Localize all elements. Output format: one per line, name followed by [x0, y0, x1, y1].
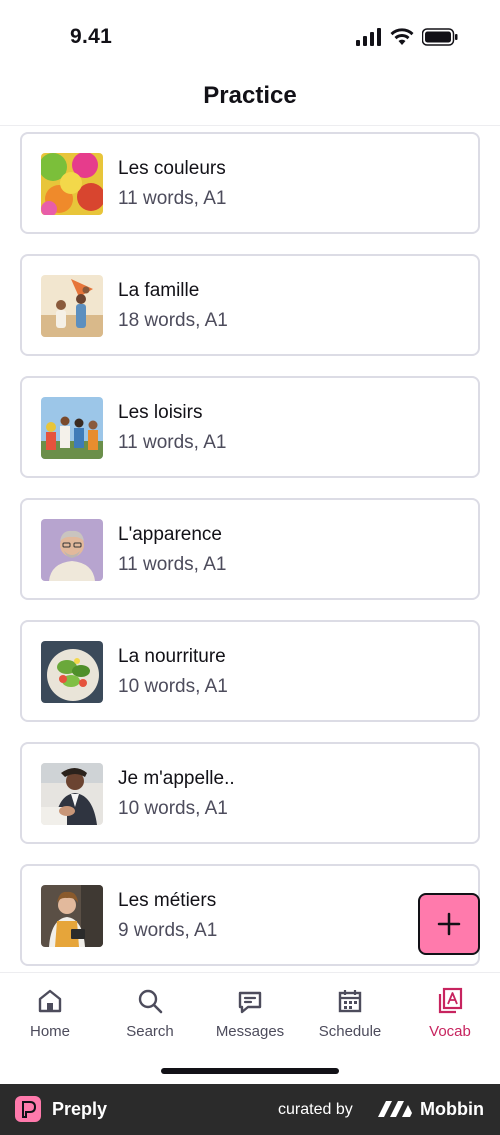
man-portrait-photo — [41, 519, 103, 581]
deck-subtitle: 18 words, A1 — [118, 310, 228, 331]
cellular-signal-icon — [356, 28, 381, 46]
deck-subtitle: 10 words, A1 — [118, 798, 228, 819]
deck-subtitle: 11 words, A1 — [118, 432, 227, 453]
tab-label: Search — [126, 1023, 174, 1040]
friends-outdoors-photo — [41, 397, 103, 459]
deck-title: Je m'appelle.. — [118, 768, 235, 789]
tab-schedule[interactable]: Schedule — [300, 987, 400, 1047]
deck-title: La famille — [118, 280, 200, 301]
deck-card-la-famille[interactable]: La famille 18 words, A1 — [20, 254, 480, 356]
deck-subtitle: 9 words, A1 — [118, 920, 218, 941]
tab-label: Messages — [215, 1023, 285, 1040]
plus-icon — [437, 912, 461, 936]
deck-title: Les loisirs — [118, 402, 203, 423]
status-bar: 9.41 — [0, 0, 500, 70]
deck-card-l-apparence[interactable]: L'apparence 11 words, A1 — [20, 498, 480, 600]
deck-card-les-metiers[interactable]: Les métiers 9 words, A1 — [20, 864, 480, 966]
footer-brand: Preply — [52, 1099, 108, 1119]
deck-card-les-couleurs[interactable]: Les couleurs 11 words, A1 — [20, 132, 480, 234]
add-deck-button[interactable] — [418, 893, 480, 955]
tab-messages[interactable]: Messages — [200, 987, 300, 1047]
footer-curated-label: curated by — [278, 1101, 353, 1118]
deck-subtitle: 11 words, A1 — [118, 188, 227, 209]
tab-label: Schedule — [318, 1023, 382, 1040]
tab-label: Home — [29, 1023, 70, 1040]
deck-card-la-nourriture[interactable]: La nourriture 10 words, A1 — [20, 620, 480, 722]
page-title: Practice — [203, 82, 297, 109]
messages-icon — [238, 991, 262, 1014]
tab-label: Vocab — [429, 1023, 471, 1040]
calendar-icon — [338, 990, 362, 1013]
tab-bar: Home Search Messages Schedule Vocab — [0, 972, 500, 1084]
status-icons — [356, 28, 458, 46]
colorful-powder-photo — [41, 153, 103, 215]
deck-card-je-m-appelle[interactable]: Je m'appelle.. 10 words, A1 — [20, 742, 480, 844]
vocab-icon — [438, 987, 463, 1014]
battery-icon — [422, 28, 458, 46]
footer-mobbin-label: Mobbin — [420, 1099, 484, 1119]
deck-card-les-loisirs[interactable]: Les loisirs 11 words, A1 — [20, 376, 480, 478]
tab-home[interactable]: Home — [0, 987, 100, 1047]
deck-subtitle: 11 words, A1 — [118, 554, 227, 575]
deck-title: L'apparence — [118, 524, 222, 545]
preply-logo-icon — [15, 1096, 41, 1122]
deck-title: La nourriture — [118, 646, 226, 667]
home-indicator — [161, 1068, 339, 1074]
nav-header: Practice — [0, 70, 500, 126]
salad-plate-photo — [41, 641, 103, 703]
handshake-photo — [41, 763, 103, 825]
deck-title: Les métiers — [118, 890, 217, 911]
deck-subtitle: 10 words, A1 — [118, 676, 228, 697]
deck-title: Les couleurs — [118, 158, 226, 179]
home-icon — [38, 989, 62, 1013]
footer-bar: Preply curated by Mobbin — [0, 1084, 500, 1135]
waitress-photo — [41, 885, 103, 947]
status-time: 9.41 — [70, 25, 113, 48]
wifi-icon — [390, 28, 414, 45]
search-icon — [138, 989, 163, 1014]
tab-vocab[interactable]: Vocab — [400, 987, 500, 1047]
tab-search[interactable]: Search — [100, 987, 200, 1047]
mobbin-logo-icon — [378, 1101, 412, 1117]
family-beach-photo — [41, 275, 103, 337]
